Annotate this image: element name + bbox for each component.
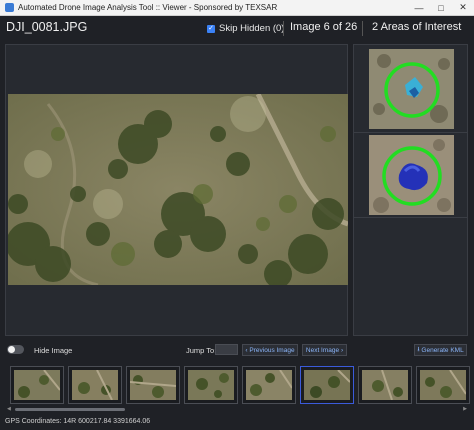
next-image-label: Next Image bbox=[305, 346, 340, 354]
hide-image-label: Hide Image bbox=[34, 346, 73, 355]
jump-to-label: Jump To: bbox=[186, 346, 217, 355]
skip-hidden-label: Skip Hidden (0) bbox=[219, 23, 285, 34]
viewer-controls: Hide Image Jump To: ‹ Previous Image Nex… bbox=[0, 340, 474, 362]
previous-image-button[interactable]: ‹ Previous Image bbox=[242, 344, 298, 356]
image-filename: DJI_0081.JPG bbox=[6, 20, 88, 34]
thumbnail-strip bbox=[7, 366, 470, 406]
area-of-interest-thumbnail[interactable] bbox=[369, 135, 454, 215]
scrollbar-thumb[interactable] bbox=[15, 408, 125, 411]
header-divider bbox=[362, 21, 363, 36]
checkbox-checked-icon[interactable]: ✓ bbox=[207, 24, 215, 33]
window-title: Automated Drone Image Analysis Tool :: V… bbox=[18, 3, 278, 12]
previous-image-label: Previous Image bbox=[249, 346, 295, 354]
gps-coordinates: GPS Coordinates: 14R 600217.84 3391664.0… bbox=[5, 418, 151, 425]
image-thumbnail-selected[interactable] bbox=[300, 366, 354, 404]
header-divider bbox=[283, 21, 284, 36]
main-image-viewer[interactable] bbox=[5, 44, 348, 336]
hide-image-toggle[interactable] bbox=[7, 345, 24, 354]
scroll-left-icon[interactable]: ◀ bbox=[7, 406, 11, 412]
aerial-drone-image[interactable] bbox=[8, 94, 348, 285]
maximize-icon[interactable]: □ bbox=[430, 0, 452, 15]
thumbnail-scrollbar[interactable]: ◀ ▶ bbox=[7, 406, 467, 412]
image-thumbnail[interactable] bbox=[68, 366, 122, 404]
minimize-icon[interactable]: — bbox=[408, 0, 430, 15]
toggle-knob bbox=[8, 346, 15, 353]
close-icon[interactable]: ✕ bbox=[452, 0, 474, 15]
areas-of-interest-panel bbox=[353, 44, 468, 336]
viewer-header: DJI_0081.JPG ✓ Skip Hidden (0) Image 6 o… bbox=[0, 15, 474, 42]
next-image-button[interactable]: Next Image › bbox=[302, 344, 347, 356]
jump-to-input[interactable] bbox=[215, 344, 238, 355]
image-thumbnail[interactable] bbox=[416, 366, 470, 404]
window-controls: — □ ✕ bbox=[408, 0, 474, 15]
image-thumbnail[interactable] bbox=[184, 366, 238, 404]
image-thumbnail[interactable] bbox=[126, 366, 180, 404]
image-thumbnail[interactable] bbox=[358, 366, 412, 404]
area-of-interest-thumbnail[interactable] bbox=[369, 49, 454, 129]
image-thumbnail[interactable] bbox=[242, 366, 296, 404]
areas-of-interest-count: 2 Areas of Interest bbox=[372, 21, 462, 33]
skip-hidden-checkbox[interactable]: ✓ Skip Hidden (0) bbox=[207, 23, 284, 34]
scroll-right-icon[interactable]: ▶ bbox=[463, 406, 467, 412]
chevron-right-icon: › bbox=[339, 346, 344, 354]
generate-kml-button[interactable]: ⭳ Generate KML bbox=[414, 344, 467, 356]
image-thumbnail[interactable] bbox=[10, 366, 64, 404]
title-bar: Automated Drone Image Analysis Tool :: V… bbox=[0, 0, 474, 16]
app-icon bbox=[5, 3, 14, 12]
image-counter: Image 6 of 26 bbox=[290, 21, 358, 33]
aoi-divider bbox=[354, 132, 467, 133]
generate-kml-label: Generate KML bbox=[421, 346, 464, 354]
aoi-divider bbox=[354, 217, 467, 218]
